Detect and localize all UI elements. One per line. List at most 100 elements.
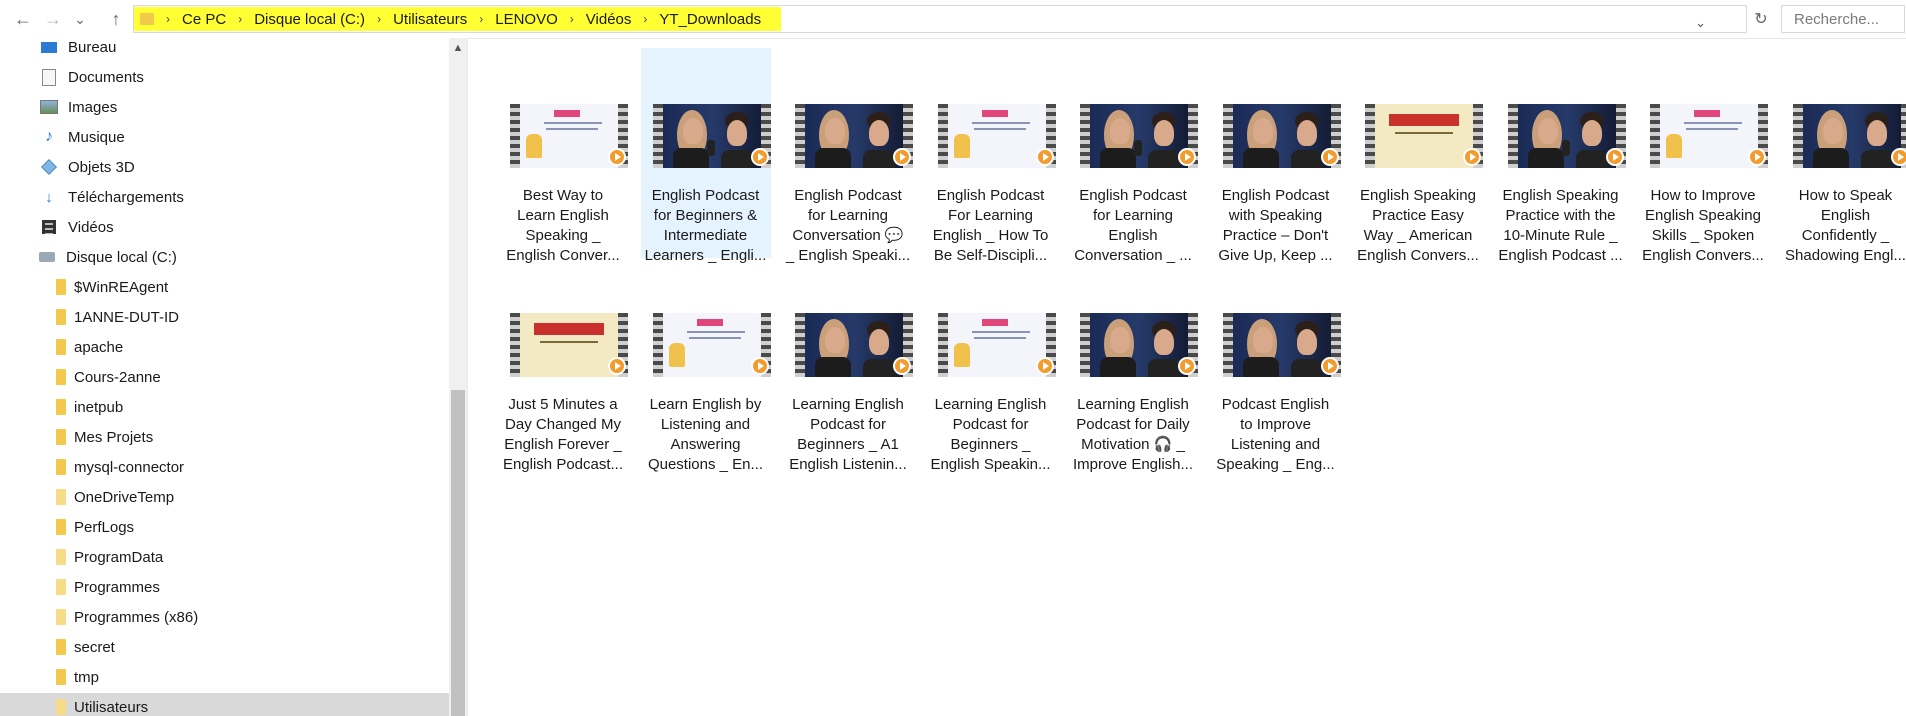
filmstrip-icon bbox=[937, 313, 948, 377]
video-file-item[interactable]: Learning English Podcast for Beginners _… bbox=[926, 257, 1056, 473]
file-name: Best Way to Learn English Speaking _ Eng… bbox=[506, 187, 620, 264]
folder-icon bbox=[52, 279, 70, 295]
breadcrumb-separator[interactable]: › bbox=[232, 12, 248, 26]
sidebar-item[interactable]: $WinREAgent bbox=[0, 273, 449, 301]
play-icon bbox=[1463, 148, 1481, 166]
sidebar-item[interactable]: PerfLogs bbox=[0, 513, 449, 541]
forward-arrow-icon[interactable]: → bbox=[40, 6, 66, 32]
address-dropdown-icon[interactable]: ⌄ bbox=[1695, 15, 1706, 31]
sidebar-item[interactable]: Images bbox=[0, 93, 449, 121]
sidebar-item[interactable]: inetpub bbox=[0, 393, 449, 421]
sidebar-item[interactable]: mysql-connector bbox=[0, 453, 449, 481]
sidebar-item-label: Images bbox=[68, 98, 118, 116]
sidebar-item[interactable]: Disque local (C:) bbox=[0, 243, 449, 271]
sidebar-item-label: Vidéos bbox=[68, 218, 114, 236]
video-file-item[interactable]: English Podcast For Learning English _ H… bbox=[926, 48, 1056, 264]
scroll-up-icon[interactable]: ▲ bbox=[449, 40, 467, 56]
breadcrumb-item[interactable]: YT_Downloads bbox=[653, 11, 767, 28]
sidebar-item-label: Disque local (C:) bbox=[66, 248, 177, 266]
breadcrumb-item[interactable]: LENOVO bbox=[489, 11, 564, 28]
sidebar-item[interactable]: Mes Projets bbox=[0, 423, 449, 451]
video-file-item[interactable]: Learning English Podcast for Beginners _… bbox=[783, 257, 913, 473]
sidebar-item[interactable]: ProgramData bbox=[0, 543, 449, 571]
video-file-item[interactable]: How to Improve English Speaking Skills _… bbox=[1638, 48, 1768, 264]
sidebar-item[interactable]: Cours-2anne bbox=[0, 363, 449, 391]
search-box[interactable]: Recherche... bbox=[1781, 5, 1905, 33]
folder-icon bbox=[52, 579, 70, 595]
search-input[interactable]: Recherche... bbox=[1782, 11, 1879, 28]
file-name: English Speaking Practice with the 10-Mi… bbox=[1498, 187, 1623, 264]
folder-icon bbox=[52, 429, 70, 445]
breadcrumb-separator[interactable]: › bbox=[371, 12, 387, 26]
scroll-thumb[interactable] bbox=[451, 390, 465, 716]
filmstrip-icon bbox=[1792, 104, 1803, 168]
sidebar-item[interactable]: secret bbox=[0, 633, 449, 661]
video-thumbnail bbox=[937, 104, 1056, 168]
video-thumbnail bbox=[1080, 313, 1198, 377]
up-arrow-icon[interactable]: ↑ bbox=[103, 6, 129, 32]
sidebar-item[interactable]: Objets 3D bbox=[0, 153, 449, 181]
chevron-down-icon[interactable]: ⌄ bbox=[70, 6, 90, 32]
filmstrip-icon bbox=[1080, 104, 1090, 168]
filmstrip-icon bbox=[510, 104, 520, 168]
video-file-item[interactable]: Learn English by Listening and Answering… bbox=[641, 257, 771, 473]
address-toolbar: ← → ⌄ ↑ › Ce PC › Disque local (C:) › Utilisa… bbox=[0, 0, 1906, 39]
sidebar-item-label: OneDriveTemp bbox=[74, 488, 175, 506]
breadcrumb-item[interactable]: Utilisateurs bbox=[387, 11, 473, 28]
video-thumbnail bbox=[1507, 104, 1626, 168]
sidebar-item[interactable]: apache bbox=[0, 333, 449, 361]
video-file-item[interactable]: How to Speak English Confidently _ Shado… bbox=[1781, 48, 1906, 264]
sidebar-item[interactable]: Programmes (x86) bbox=[0, 603, 449, 631]
file-name: How to Speak English Confidently _ Shado… bbox=[1785, 187, 1906, 264]
breadcrumb-separator[interactable]: › bbox=[473, 12, 489, 26]
play-icon bbox=[1890, 148, 1906, 166]
sidebar-item[interactable]: OneDriveTemp bbox=[0, 483, 449, 511]
file-name: English Podcast For Learning English _ H… bbox=[932, 187, 1049, 264]
sidebar-item[interactable]: Programmes bbox=[0, 573, 449, 601]
video-file-item[interactable]: English Podcast with Speaking Practice –… bbox=[1211, 48, 1341, 264]
video-file-item[interactable]: English Podcast for Beginners & Intermed… bbox=[640, 48, 771, 264]
video-file-item[interactable]: Podcast English to Improve Listening and… bbox=[1211, 257, 1341, 473]
video-file-item[interactable]: Best Way to Learn English Speaking _ Eng… bbox=[498, 48, 628, 264]
sidebar-item[interactable]: ♪ Musique bbox=[0, 123, 449, 151]
folder-icon bbox=[52, 369, 70, 385]
file-name: Learning English Podcast for Beginners _… bbox=[930, 396, 1051, 473]
sidebar-item-label: PerfLogs bbox=[74, 518, 135, 536]
video-thumbnail bbox=[795, 313, 913, 377]
video-thumbnail bbox=[510, 104, 628, 168]
video-file-item[interactable]: English Podcast for Learning Conversatio… bbox=[783, 48, 913, 264]
breadcrumb-item[interactable]: Disque local (C:) bbox=[248, 11, 371, 28]
video-file-item[interactable]: English Speaking Practice Easy Way _ Ame… bbox=[1353, 48, 1483, 264]
play-icon bbox=[608, 148, 626, 166]
play-icon bbox=[1035, 148, 1054, 166]
sidebar-item[interactable]: Documents bbox=[0, 63, 449, 91]
sidebar-item[interactable]: tmp bbox=[0, 663, 449, 691]
back-arrow-icon[interactable]: ← bbox=[10, 6, 36, 32]
breadcrumb-item[interactable]: Vidéos bbox=[580, 11, 638, 28]
video-file-item[interactable]: Learning English Podcast for Daily Motiv… bbox=[1068, 257, 1198, 473]
play-icon bbox=[750, 148, 769, 166]
sidebar-item[interactable]: Bureau bbox=[0, 38, 449, 61]
address-bar[interactable]: › Ce PC › Disque local (C:) › Utilisateurs › LE… bbox=[133, 5, 1747, 33]
filmstrip-icon bbox=[652, 313, 663, 377]
refresh-icon[interactable]: ↻ bbox=[1749, 6, 1773, 32]
video-file-item[interactable]: English Speaking Practice with the 10-Mi… bbox=[1496, 48, 1626, 264]
video-file-item[interactable]: Just 5 Minutes a Day Changed My English … bbox=[498, 257, 628, 473]
breadcrumb-separator[interactable]: › bbox=[637, 12, 653, 26]
breadcrumb-separator[interactable]: › bbox=[160, 12, 176, 26]
play-icon bbox=[1748, 148, 1766, 166]
video-file-item[interactable]: English Podcast for Learning English Con… bbox=[1068, 48, 1198, 264]
breadcrumb-separator[interactable]: › bbox=[564, 12, 580, 26]
sidebar-scrollbar[interactable]: ▲ bbox=[449, 38, 467, 716]
video-icon bbox=[40, 219, 58, 235]
breadcrumb-item[interactable]: Ce PC bbox=[176, 11, 232, 28]
sidebar-item-label: inetpub bbox=[74, 398, 124, 416]
filmstrip-icon bbox=[1222, 104, 1233, 168]
video-thumbnail bbox=[652, 104, 771, 168]
file-name: English Podcast for Learning English Con… bbox=[1074, 187, 1192, 264]
sidebar-item[interactable]: Vidéos bbox=[0, 213, 449, 241]
sidebar-item[interactable]: 1ANNE-DUT-ID bbox=[0, 303, 449, 331]
sidebar-item[interactable]: ↓ Téléchargements bbox=[0, 183, 449, 211]
sidebar-item[interactable]: Utilisateurs bbox=[0, 693, 449, 716]
folder-icon bbox=[52, 639, 70, 655]
